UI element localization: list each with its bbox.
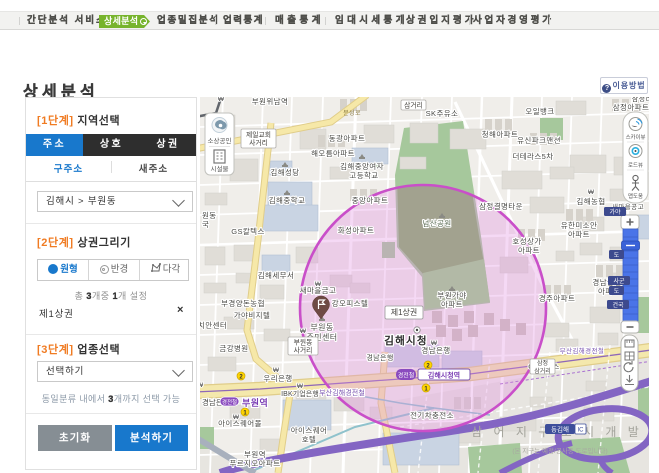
svg-text:삼거리: 삼거리	[404, 101, 423, 110]
svg-text:삼정: 삼정	[537, 359, 548, 367]
svg-text:경주아파트: 경주아파트	[539, 293, 576, 303]
svg-text:부원역: 부원역	[244, 449, 266, 459]
svg-text:오일뱅크: 오일뱅크	[525, 106, 554, 116]
svg-text:₩: ₩	[218, 97, 225, 103]
svg-text:가야: 가야	[609, 208, 621, 216]
svg-text:시설물: 시설물	[211, 165, 229, 173]
svg-text:전기차충전소: 전기차충전소	[410, 410, 454, 420]
svg-text:₩: ₩	[297, 383, 304, 390]
svg-text:사거리: 사거리	[249, 138, 268, 147]
svg-text:₩: ₩	[300, 328, 307, 335]
svg-text:경전철: 경전철	[222, 398, 237, 406]
svg-text:호성상가: 호성상가	[512, 236, 541, 246]
svg-text:청해아파트: 청해아파트	[482, 129, 519, 139]
svg-text:원동: 원동	[202, 211, 217, 220]
svg-text:가야비지텔: 가야비지텔	[234, 310, 271, 320]
svg-text:₩: ₩	[588, 189, 595, 196]
svg-text:우리은행: 우리은행	[263, 373, 292, 383]
svg-text:호텔: 호텔	[302, 435, 317, 444]
svg-text:(본 지구는 예정/공사중 도로입니다): (본 지구는 예정/공사중 도로입니다)	[512, 446, 607, 455]
svg-text:건국: 건국	[612, 301, 624, 309]
svg-text:넘산공원: 넘산공원	[422, 218, 451, 228]
svg-text:도: 도	[614, 288, 620, 295]
svg-text:강오피스텔: 강오피스텔	[332, 298, 369, 308]
svg-text:₩: ₩	[431, 340, 438, 347]
svg-text:삼정라: 삼정라	[632, 97, 649, 103]
svg-text:아파트: 아파트	[568, 229, 590, 239]
svg-text:동광아파트: 동광아파트	[329, 133, 366, 143]
svg-text:부원동: 부원동	[294, 338, 313, 347]
svg-text:IBK기업은행: IBK기업은행	[281, 389, 319, 398]
svg-text:김해시청역: 김해시청역	[428, 371, 460, 380]
svg-text:푸르지오아파트: 푸르지오아파트	[229, 458, 280, 468]
svg-text:₩: ₩	[315, 281, 322, 288]
svg-text:제1상권: 제1상권	[391, 307, 418, 317]
svg-text:삼거리: 삼거리	[534, 367, 551, 375]
svg-text:중앙아파트: 중앙아파트	[352, 195, 389, 205]
svg-text:부원가야: 부원가야	[437, 290, 466, 300]
svg-text:삼정아파트: 삼정아파트	[613, 102, 649, 112]
svg-text:스카이뷰: 스카이뷰	[626, 133, 646, 141]
svg-text:도: 도	[614, 252, 620, 259]
svg-text:GS칼텍스: GS칼텍스	[231, 226, 265, 236]
svg-text:부경양돈농협: 부경양돈농협	[221, 298, 265, 308]
svg-text:부원역: 부원역	[242, 397, 268, 408]
svg-text:고등학교: 고등학교	[349, 170, 378, 180]
svg-text:유한미소안: 유한미소안	[561, 220, 598, 230]
svg-text:SK주유소: SK주유소	[426, 109, 459, 118]
svg-text:로드뷰: 로드뷰	[628, 162, 643, 169]
svg-text:사군: 사군	[613, 277, 625, 285]
svg-text:사거리: 사거리	[294, 346, 313, 355]
svg-text:금강병원: 금강병원	[219, 343, 248, 353]
svg-text:₩: ₩	[273, 367, 280, 374]
svg-text:김해중앙여자: 김해중앙여자	[340, 161, 384, 171]
svg-text:경전철: 경전철	[398, 372, 415, 380]
svg-text:더테라스5차: 더테라스5차	[512, 152, 553, 161]
svg-text:아파트: 아파트	[441, 299, 463, 309]
svg-text:김해농협: 김해농협	[576, 196, 605, 206]
svg-text:국: 국	[202, 220, 209, 229]
svg-text:소상공인: 소상공인	[208, 136, 232, 145]
svg-text:삼정결명타운: 삼정결명타운	[479, 201, 523, 211]
svg-text:화성아파트: 화성아파트	[338, 225, 375, 235]
svg-text:제일교회: 제일교회	[246, 130, 271, 139]
svg-text:IC: IC	[578, 428, 585, 434]
svg-text:김해중학교: 김해중학교	[269, 195, 306, 205]
svg-text:부원동: 부원동	[310, 323, 333, 332]
svg-text:김해성당: 김해성당	[270, 167, 299, 177]
svg-text:아파트: 아파트	[518, 245, 540, 255]
svg-text:아이스퀘어: 아이스퀘어	[291, 425, 328, 435]
svg-text:부산김해경전철: 부산김해경전철	[560, 346, 605, 355]
svg-text:부산김해경전철: 부산김해경전철	[319, 388, 365, 397]
svg-text:맵도움: 맵도움	[628, 193, 643, 200]
svg-text:분성로: 분성로	[343, 109, 361, 117]
svg-text:유신파크맨션: 유신파크맨션	[517, 135, 561, 145]
svg-text:₩: ₩	[233, 414, 240, 421]
svg-text:동김해: 동김해	[551, 425, 569, 434]
svg-text:경남은행: 경남은행	[366, 353, 393, 362]
svg-text:치안센터: 치안센터	[200, 320, 227, 330]
svg-text:부원위남역: 부원위남역	[252, 97, 289, 106]
svg-text:아이스퀘어몰: 아이스퀘어몰	[218, 418, 262, 428]
svg-text:김해세무서: 김해세무서	[258, 270, 295, 280]
svg-text:해오름아파트: 해오름아파트	[311, 148, 355, 158]
